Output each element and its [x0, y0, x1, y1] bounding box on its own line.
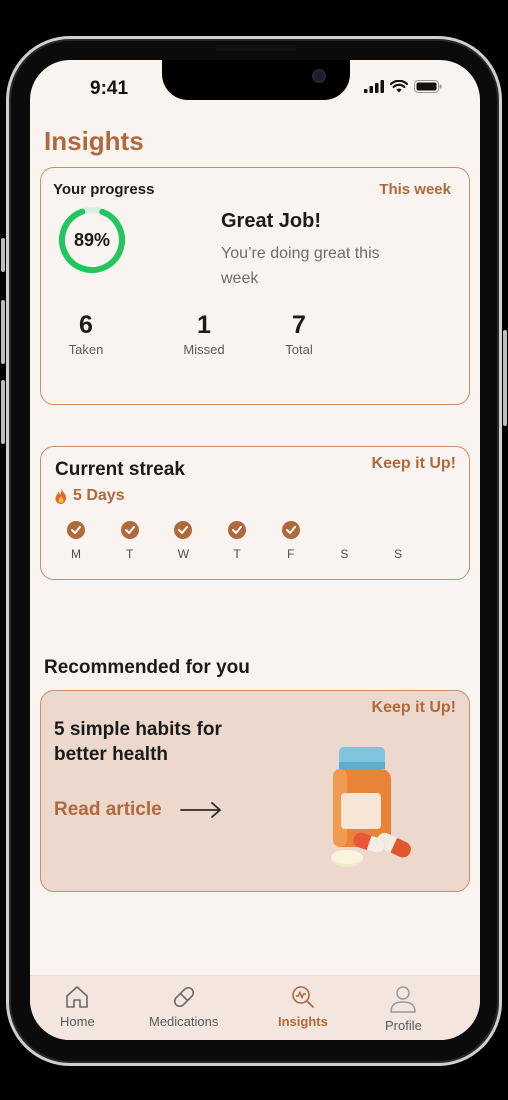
article-card[interactable]: Keep it Up! 5 simple habits for better h… [40, 690, 470, 892]
signal-icon [364, 80, 384, 93]
stat-label: Missed [183, 342, 225, 357]
day-label: T [233, 547, 241, 561]
streak-day: M [65, 521, 87, 561]
volume-down-button [1, 380, 5, 444]
stat-value: 6 [79, 311, 93, 339]
notch [162, 60, 350, 100]
app-screen: 9:41 Insights Your progress This week 89… [30, 60, 480, 1040]
progress-headline: Great Job! [221, 210, 322, 232]
period-selector[interactable]: This week [379, 181, 451, 198]
day-label: W [177, 547, 190, 561]
stat-value: 7 [292, 311, 306, 339]
streak-days-label: 5 Days [73, 487, 125, 504]
stat-label: Total [285, 342, 313, 357]
check-circle-icon [67, 521, 85, 539]
streak-card: Current streak Keep it Up! 5 Days M T W T F S… [40, 446, 470, 580]
read-article-link[interactable]: Read article [54, 799, 222, 821]
check-circle-icon [174, 521, 193, 539]
streak-day: T [226, 521, 248, 561]
streak-title: Current streak [55, 459, 185, 480]
recommended-heading: Recommended for you [44, 657, 250, 678]
earpiece [216, 45, 296, 51]
stat-total: 7 Total [254, 311, 344, 357]
progress-ring: 89% [58, 206, 126, 274]
streak-day: T [119, 521, 141, 561]
pill-bottle-illustration [331, 747, 411, 867]
tab-label: Insights [278, 1014, 328, 1029]
streak-days-row: MTWTFSS [65, 521, 409, 561]
tab-label: Home [60, 1014, 95, 1029]
home-icon [66, 986, 89, 1008]
status-icons [364, 80, 442, 93]
day-label: S [340, 547, 349, 561]
battery-icon [414, 80, 442, 93]
streak-day: S [333, 521, 355, 561]
streak-day: W [172, 521, 194, 561]
tab-label: Medications [149, 1014, 219, 1029]
tab-home[interactable]: Home [60, 984, 95, 1029]
progress-percent: 89% [73, 229, 111, 250]
streak-day: F [280, 521, 302, 561]
camera-icon [312, 69, 326, 83]
tab-medications[interactable]: Medications [149, 984, 218, 1029]
streak-badge: Keep it Up! [371, 455, 456, 472]
stat-taken: 6 Taken [41, 311, 131, 357]
day-label: F [287, 547, 295, 561]
progress-card: Your progress This week 89% Great Job! Y… [40, 167, 470, 405]
check-circle-icon [281, 521, 300, 539]
day-label: T [126, 547, 134, 561]
day-label: S [394, 547, 403, 561]
streak-days: 5 Days [55, 487, 125, 505]
insights-icon [292, 986, 314, 1008]
empty-day-marker [389, 521, 407, 539]
mute-switch [1, 238, 5, 272]
stat-value: 1 [197, 311, 211, 339]
check-circle-icon [120, 521, 139, 539]
read-article-label: Read article [54, 799, 162, 820]
volume-up-button [1, 300, 5, 364]
tab-insights[interactable]: Insights [278, 984, 328, 1029]
article-badge: Keep it Up! [371, 699, 456, 716]
stat-label: Taken [68, 342, 104, 357]
progress-title: Your progress [53, 181, 155, 198]
bottom-tab-bar: Home Medications Insights Profile [30, 975, 480, 1040]
empty-day-marker [335, 521, 353, 539]
streak-day: S [387, 521, 409, 561]
power-button [503, 330, 507, 426]
profile-icon [390, 986, 417, 1013]
status-time: 9:41 [90, 78, 129, 99]
arrow-right-icon [179, 802, 221, 818]
pill-icon [173, 986, 194, 1008]
progress-subtext: You’re doing great this week [221, 245, 380, 287]
tab-profile[interactable]: Profile [385, 984, 422, 1033]
wifi-icon [390, 80, 408, 93]
stat-missed: 1 Missed [159, 311, 249, 357]
day-label: M [71, 547, 81, 561]
article-title: 5 simple habits for better health [54, 719, 222, 765]
check-circle-icon [228, 521, 247, 539]
flame-icon [55, 488, 67, 504]
page-title: Insights [44, 126, 144, 156]
tab-label: Profile [385, 1018, 422, 1033]
